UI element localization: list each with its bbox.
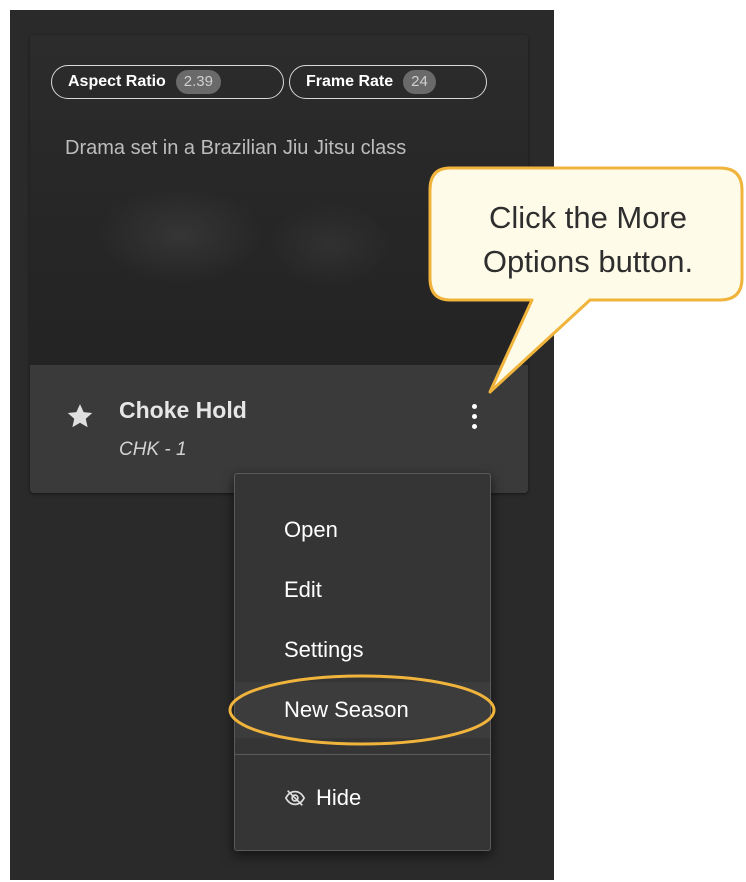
project-code: CHK - 1 <box>119 439 187 460</box>
menu-item-edit[interactable]: Edit <box>235 562 490 618</box>
menu-item-new-season[interactable]: New Season <box>235 682 490 738</box>
star-icon[interactable] <box>65 401 95 431</box>
more-vertical-icon <box>471 403 477 409</box>
frame-rate-value: 24 <box>403 70 436 94</box>
frame-rate-tag: Frame Rate 24 <box>289 65 487 99</box>
menu-item-open[interactable]: Open <box>235 502 490 558</box>
more-options-menu: Open Edit Settings New Season Hide <box>234 473 491 851</box>
menu-item-settings[interactable]: Settings <box>235 622 490 678</box>
aspect-ratio-tag: Aspect Ratio 2.39 <box>51 65 284 99</box>
more-options-button[interactable] <box>463 395 485 437</box>
menu-item-hide[interactable]: Hide <box>235 770 490 826</box>
aspect-ratio-label: Aspect Ratio <box>68 73 166 90</box>
menu-item-hide-label: Hide <box>316 785 362 810</box>
menu-divider <box>235 754 490 755</box>
eye-slash-icon <box>284 790 306 806</box>
frame-rate-label: Frame Rate <box>306 73 394 90</box>
callout-text: Click the More Options button. <box>482 200 694 279</box>
aspect-ratio-value: 2.39 <box>175 70 221 94</box>
project-description: Drama set in a Brazilian Jiu Jitsu class <box>65 137 407 159</box>
project-title[interactable]: Choke Hold <box>119 397 247 424</box>
